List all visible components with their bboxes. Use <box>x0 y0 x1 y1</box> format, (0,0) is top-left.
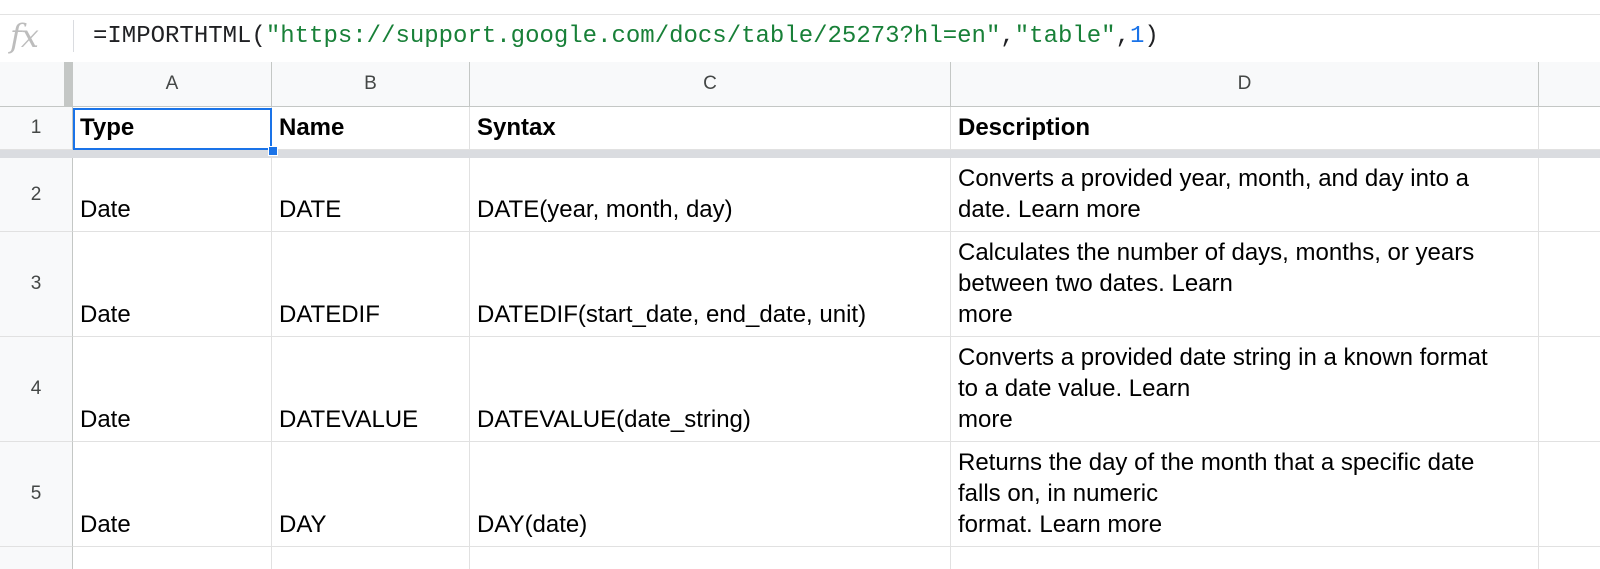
formula-bar: fx =IMPORTHTML("https://support.google.c… <box>0 15 1600 63</box>
column-header-c[interactable]: C <box>470 62 951 107</box>
cell-d3[interactable]: Calculates the number of days, months, o… <box>951 232 1539 337</box>
cell-c2[interactable]: DATE(year, month, day) <box>470 158 951 232</box>
top-edge <box>0 0 1600 15</box>
cell-a3[interactable]: Date <box>73 232 272 337</box>
cell-c6[interactable] <box>470 547 951 569</box>
row-header-5[interactable]: 5 <box>0 442 73 547</box>
cell-e4[interactable] <box>1539 337 1600 442</box>
cell-a4[interactable]: Date <box>73 337 272 442</box>
cell-b1[interactable]: Name <box>272 107 470 150</box>
cell-e1[interactable] <box>1539 107 1600 150</box>
formula-comma: , <box>1000 23 1015 50</box>
formula-arg-index: 1 <box>1130 23 1145 50</box>
cell-d2[interactable]: Converts a provided year, month, and day… <box>951 158 1539 232</box>
cell-e5[interactable] <box>1539 442 1600 547</box>
cell-d1[interactable]: Description <box>951 107 1539 150</box>
cell-e3[interactable] <box>1539 232 1600 337</box>
column-header-b[interactable]: B <box>272 62 470 107</box>
cell-c5[interactable]: DAY(date) <box>470 442 951 547</box>
cell-d4[interactable]: Converts a provided date string in a kno… <box>951 337 1539 442</box>
formula-input[interactable]: =IMPORTHTML("https://support.google.com/… <box>93 23 1159 50</box>
cell-b6[interactable] <box>272 547 470 569</box>
row-header-2[interactable]: 2 <box>0 158 73 232</box>
cell-a2[interactable]: Date <box>73 158 272 232</box>
fx-icon: fx <box>10 17 39 55</box>
cell-b3[interactable]: DATEDIF <box>272 232 470 337</box>
frozen-row-divider[interactable] <box>0 150 1600 158</box>
formula-arg-query: "table" <box>1014 23 1116 50</box>
cell-c4[interactable]: DATEVALUE(date_string) <box>470 337 951 442</box>
formula-prefix: =IMPORTHTML( <box>93 23 266 50</box>
column-header-a[interactable]: A <box>73 62 272 107</box>
cell-a6[interactable] <box>73 547 272 569</box>
row-header-6[interactable] <box>0 547 73 569</box>
column-header-d[interactable]: D <box>951 62 1539 107</box>
formula-arg-url: "https://support.google.com/docs/table/2… <box>265 23 1001 50</box>
cell-b4[interactable]: DATEVALUE <box>272 337 470 442</box>
select-all-corner[interactable] <box>0 62 73 107</box>
formula-suffix: ) <box>1144 23 1159 50</box>
row-header-4[interactable]: 4 <box>0 337 73 442</box>
cell-e2[interactable] <box>1539 158 1600 232</box>
fill-handle[interactable] <box>268 146 278 156</box>
row-header-3[interactable]: 3 <box>0 232 73 337</box>
active-cell-selection <box>73 108 272 150</box>
cell-c3[interactable]: DATEDIF(start_date, end_date, unit) <box>470 232 951 337</box>
row-header-1[interactable]: 1 <box>0 107 73 150</box>
column-header-e[interactable] <box>1539 62 1600 107</box>
cell-b5[interactable]: DAY <box>272 442 470 547</box>
cell-d5[interactable]: Returns the day of the month that a spec… <box>951 442 1539 547</box>
cell-a5[interactable]: Date <box>73 442 272 547</box>
cell-c1[interactable]: Syntax <box>470 107 951 150</box>
formula-comma: , <box>1115 23 1130 50</box>
cell-d6[interactable] <box>951 547 1539 569</box>
formula-bar-divider <box>73 20 74 52</box>
cell-b2[interactable]: DATE <box>272 158 470 232</box>
freeze-handle[interactable] <box>64 62 73 107</box>
cell-e6[interactable] <box>1539 547 1600 569</box>
